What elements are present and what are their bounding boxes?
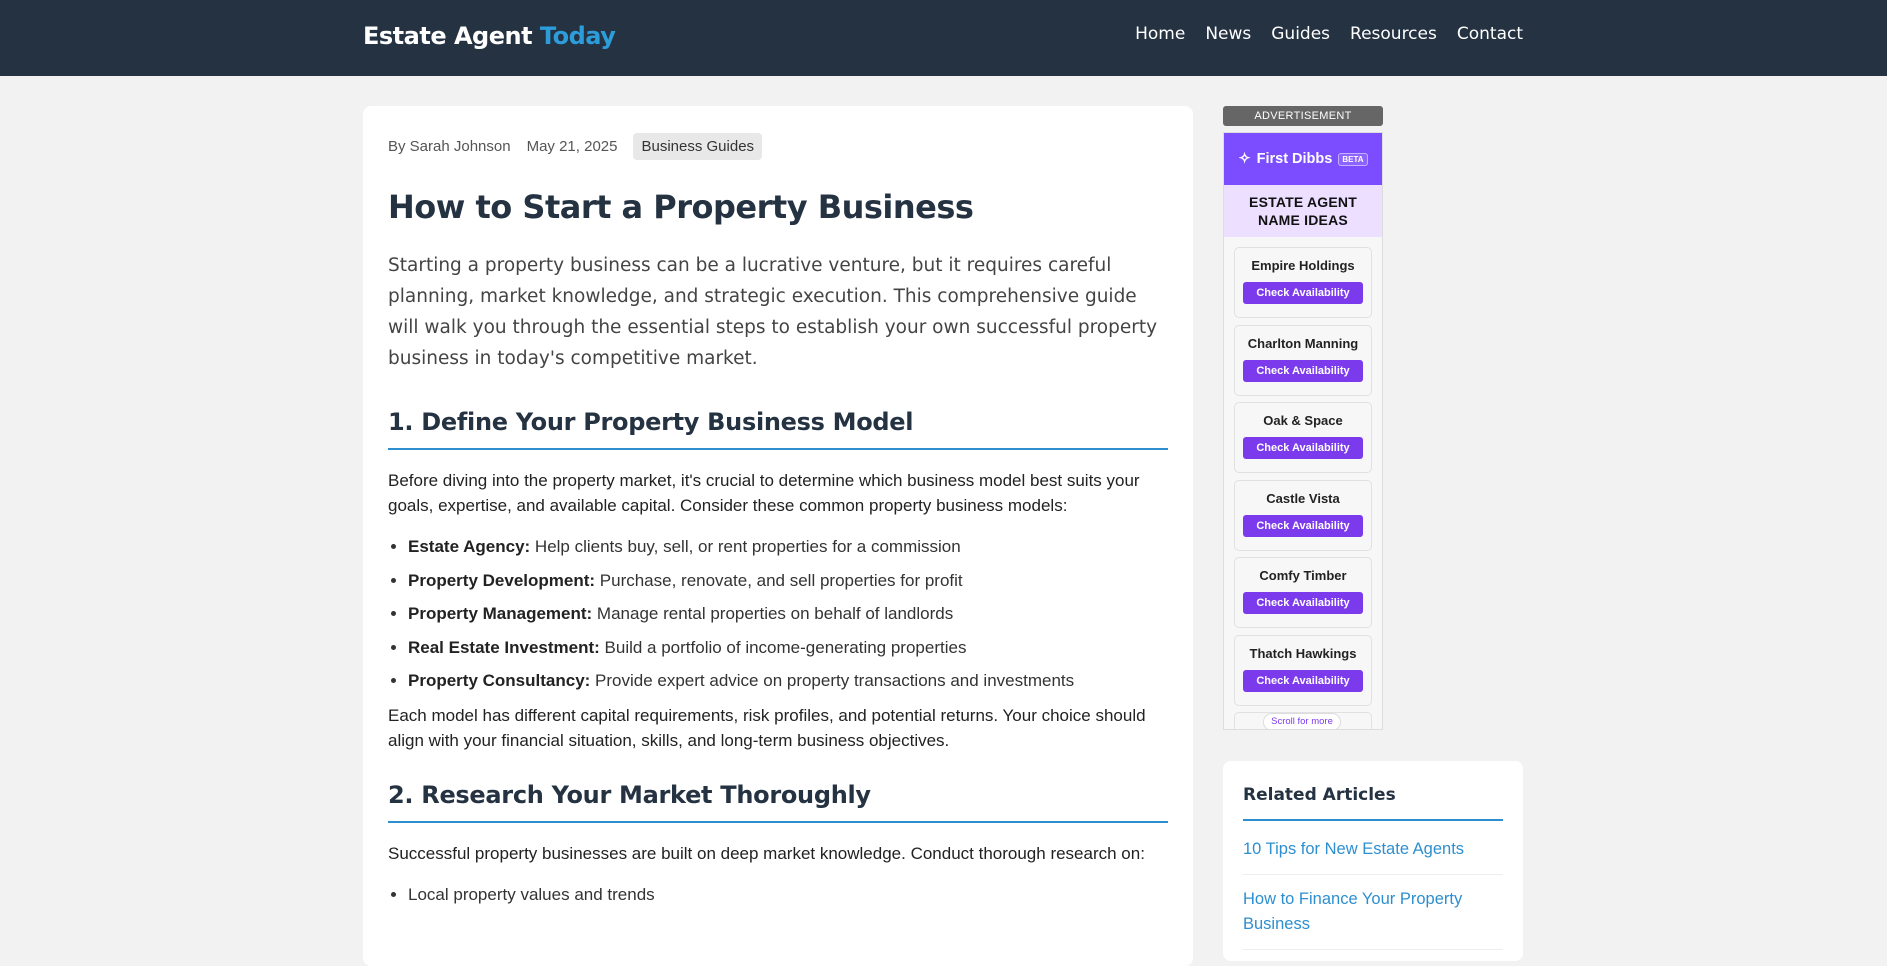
article-author: By Sarah Johnson: [388, 137, 511, 155]
list-item: Property Management: Manage rental prope…: [408, 601, 1168, 626]
related-articles-title: Related Articles: [1243, 785, 1503, 821]
main-nav: Home News Guides Resources Contact: [1135, 24, 1523, 44]
nav-news-link[interactable]: News: [1205, 24, 1251, 44]
article-meta: By Sarah Johnson May 21, 2025 Business G…: [388, 132, 1168, 160]
nav-contact-link[interactable]: Contact: [1457, 24, 1523, 44]
ad-brand-bar[interactable]: ✧ First Dibbs BETA: [1224, 133, 1382, 185]
nav-guides-link[interactable]: Guides: [1271, 24, 1330, 44]
name-idea-card: Thatch Hawkings Check Availability: [1234, 634, 1372, 706]
list-item: Local property values and trends: [408, 882, 1168, 907]
related-articles: Related Articles 10 Tips for New Estate …: [1223, 761, 1523, 961]
name-idea-card: Empire Holdings Check Availability: [1234, 247, 1372, 318]
nav-home-link[interactable]: Home: [1135, 24, 1185, 44]
check-availability-button[interactable]: Check Availability: [1243, 592, 1363, 614]
list-item: Property Development: Purchase, renovate…: [408, 568, 1168, 593]
list-item-term: Real Estate Investment:: [408, 637, 600, 657]
list-item-desc: Provide expert advice on property transa…: [590, 671, 1075, 690]
check-availability-button[interactable]: Check Availability: [1243, 282, 1363, 304]
check-availability-button[interactable]: Check Availability: [1243, 437, 1363, 459]
list-item-term: Property Development:: [408, 570, 596, 590]
research-list: Local property values and trends: [388, 882, 1168, 907]
section-2-intro: Successful property businesses are built…: [388, 844, 1145, 863]
list-item: Real Estate Investment: Build a portfoli…: [408, 635, 1168, 660]
section-1-heading: 1. Define Your Property Business Model: [388, 408, 1168, 450]
ad-brand-name: First Dibbs: [1256, 151, 1333, 167]
name-idea-card: Charlton Manning Check Availability: [1234, 324, 1372, 396]
article-lede: Starting a property business can be a lu…: [388, 255, 1158, 369]
check-availability-button[interactable]: Check Availability: [1243, 514, 1363, 537]
section-2-heading: 2. Research Your Market Thoroughly: [388, 781, 1168, 823]
beta-badge: BETA: [1338, 152, 1368, 166]
logo-accent-text: Today: [539, 22, 616, 50]
list-item: Estate Agency: Help clients buy, sell, o…: [408, 534, 1168, 559]
list-item-desc: Help clients buy, sell, or rent properti…: [530, 537, 961, 556]
related-article-link[interactable]: How to Finance Your Property Business: [1243, 875, 1503, 950]
scroll-for-more-hint[interactable]: Scroll for more: [1263, 713, 1341, 729]
logo-main-text: Estate Agent: [363, 22, 533, 50]
name-ideas-list: Empire Holdings Check Availability Charl…: [1224, 237, 1382, 729]
list-item-desc: Purchase, renovate, and sell properties …: [595, 570, 963, 590]
ad-heading: ESTATE AGENT NAME IDEAS: [1224, 185, 1382, 237]
check-availability-button[interactable]: Check Availability: [1243, 359, 1363, 382]
list-item-term: Property Management:: [408, 604, 593, 623]
check-availability-button[interactable]: Check Availability: [1243, 669, 1363, 692]
list-item-term: Property Consultancy:: [408, 671, 591, 690]
name-idea-card: Comfy Timber Check Availability: [1234, 557, 1372, 628]
name-idea: Charlton Manning: [1247, 335, 1359, 351]
category-badge[interactable]: Business Guides: [633, 132, 763, 160]
list-item-desc: Build a portfolio of income-generating p…: [599, 637, 967, 657]
ad-heading-line: ESTATE AGENT: [1249, 194, 1357, 210]
name-idea: Oak & Space: [1263, 413, 1343, 428]
related-article-link[interactable]: 10 Tips for New Estate Agents: [1243, 821, 1503, 875]
name-idea: Comfy Timber: [1259, 568, 1347, 583]
ad-banner: ✧ First Dibbs BETA ESTATE AGENT NAME IDE…: [1223, 132, 1383, 730]
name-idea-card: Oak & Space Check Availability: [1234, 402, 1372, 473]
name-idea: Empire Holdings: [1251, 258, 1355, 273]
nav-resources-link[interactable]: Resources: [1350, 24, 1437, 44]
list-item: Property Consultancy: Provide expert adv…: [408, 668, 1168, 693]
sparkle-icon: ✧: [1238, 151, 1251, 167]
article-card: By Sarah Johnson May 21, 2025 Business G…: [363, 106, 1193, 966]
advertisement-label: ADVERTISEMENT: [1223, 106, 1383, 126]
ad-heading-line: NAME IDEAS: [1258, 212, 1348, 228]
list-item-desc: Manage rental properties on behalf of la…: [592, 604, 954, 623]
site-logo[interactable]: Estate Agent Today: [363, 22, 616, 50]
name-idea: Castle Vista: [1266, 490, 1340, 506]
list-item-term: Estate Agency:: [408, 537, 531, 556]
site-header: Estate Agent Today Home News Guides Reso…: [0, 0, 1887, 76]
name-idea-card: Castle Vista Check Availability: [1234, 479, 1372, 551]
section-1-outro: Each model has different capital require…: [388, 706, 1146, 750]
article-date: May 21, 2025: [526, 137, 618, 155]
name-idea: Thatch Hawkings: [1249, 645, 1357, 661]
section-1-intro: Before diving into the property market, …: [388, 471, 1140, 515]
business-models-list: Estate Agency: Help clients buy, sell, o…: [388, 534, 1168, 693]
article-title: How to Start a Property Business: [388, 188, 974, 226]
